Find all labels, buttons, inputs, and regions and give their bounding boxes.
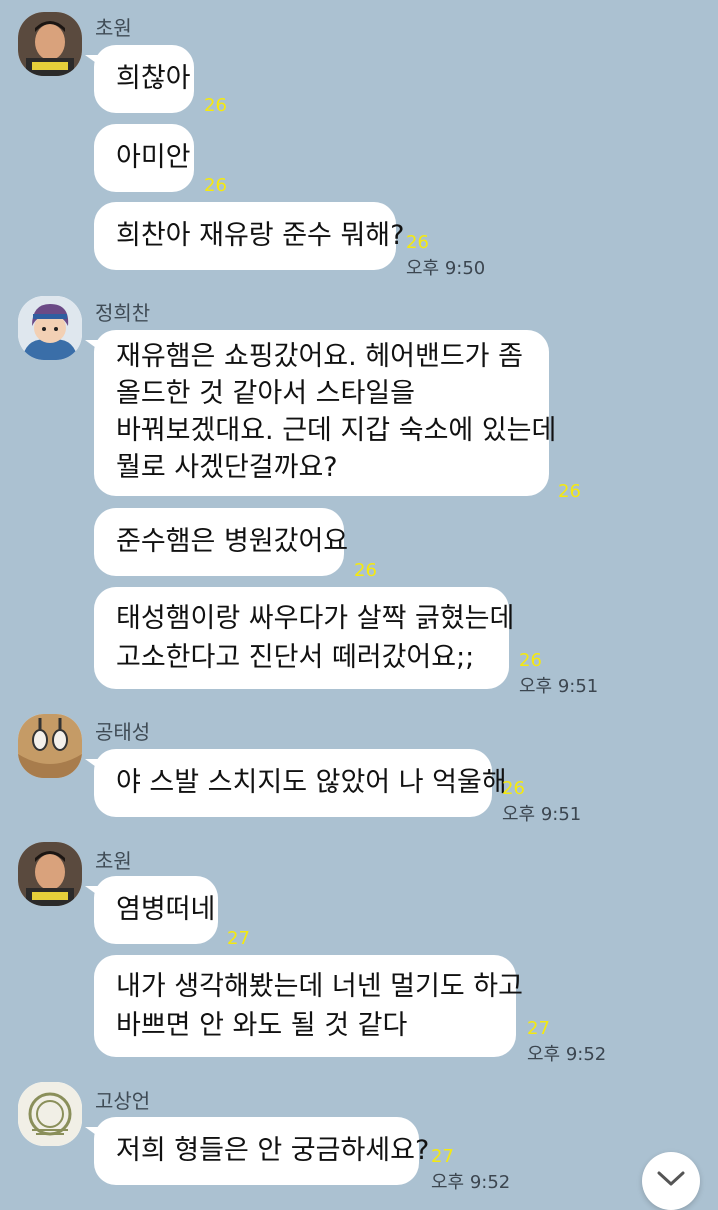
- message-bubble[interactable]: 희찬아 재유랑 준수 뭐해?: [94, 202, 405, 270]
- timestamp: 오후 9:52: [527, 1044, 607, 1065]
- message-bubble[interactable]: 아미안: [94, 124, 194, 192]
- message-text-line: 태성햄이랑 싸우다가 살짝 긁혔는데: [116, 603, 515, 634]
- timestamp: 오후 9:52: [431, 1172, 511, 1193]
- message-text-line: 뭘로 사겠단걸까요?: [116, 452, 338, 483]
- message-bubble[interactable]: 희찮아: [85, 45, 194, 113]
- message-text-line: 올드한 것 같아서 스타일을: [116, 378, 415, 409]
- message-bubble[interactable]: 저희 형들은 안 궁금하세요?: [85, 1117, 430, 1185]
- timestamp: 오후 9:50: [406, 258, 486, 279]
- sender-name: 초원: [95, 849, 132, 873]
- unread-count: 26: [354, 560, 377, 581]
- unread-count: 26: [204, 95, 227, 116]
- message-text-line: 고소한다고 진단서 떼러갔어요;;: [116, 642, 475, 673]
- heechan-avatar[interactable]: [18, 296, 82, 360]
- sender-name: 초원: [95, 16, 132, 40]
- sangeon-avatar[interactable]: [18, 1082, 82, 1146]
- message-bubble[interactable]: 태성햄이랑 싸우다가 살짝 긁혔는데 고소한다고 진단서 떼러갔어요;;: [94, 587, 515, 689]
- timestamp: 오후 9:51: [519, 676, 599, 697]
- message-bubble[interactable]: 내가 생각해봤는데 너넨 멀기도 하고 바쁘면 안 와도 될 것 같다: [94, 955, 523, 1057]
- unread-count: 26: [502, 778, 525, 799]
- message-text: 저희 형들은 안 궁금하세요?: [116, 1135, 430, 1166]
- message-bubble[interactable]: 재유햄은 쇼핑갔어요. 헤어밴드가 좀 올드한 것 같아서 스타일을 바꿔보겠대…: [85, 330, 557, 496]
- message-text-line: 재유햄은 쇼핑갔어요. 헤어밴드가 좀: [116, 341, 523, 372]
- message-text: 아미안: [116, 142, 191, 173]
- unread-count: 27: [431, 1146, 454, 1167]
- unread-count: 27: [227, 928, 250, 949]
- unread-count: 26: [519, 650, 542, 671]
- message-text-line: 내가 생각해봤는데 너넨 멀기도 하고: [116, 971, 523, 1002]
- message-bubble[interactable]: 준수햄은 병원갔어요: [94, 508, 349, 576]
- chowon-avatar[interactable]: [18, 12, 82, 76]
- message-text: 준수햄은 병원갔어요: [116, 526, 349, 557]
- message-text: 희찮아: [116, 63, 191, 94]
- message-text: 야 스발 스치지도 않았어 나 억울해: [116, 767, 507, 798]
- sender-name: 공태성: [95, 720, 151, 744]
- message-text-line: 바쁘면 안 와도 될 것 같다: [116, 1010, 408, 1041]
- chevron-down-icon: [657, 1171, 685, 1186]
- unread-count: 26: [204, 175, 227, 196]
- unread-count: 27: [527, 1018, 550, 1039]
- message-text: 희찬아 재유랑 준수 뭐해?: [116, 220, 405, 251]
- unread-count: 26: [406, 232, 429, 253]
- message-bubble[interactable]: 야 스발 스치지도 않았어 나 억울해: [85, 749, 507, 817]
- timestamp: 오후 9:51: [502, 804, 582, 825]
- taesung-avatar[interactable]: [18, 714, 82, 778]
- chowon-avatar[interactable]: [18, 842, 82, 906]
- message-bubble[interactable]: 염병떠네: [85, 876, 218, 944]
- sender-name: 고상언: [95, 1089, 151, 1113]
- scroll-down-button[interactable]: [642, 1152, 700, 1210]
- sender-name: 정희찬: [95, 301, 151, 325]
- unread-count: 26: [558, 481, 581, 502]
- message-text: 염병떠네: [116, 894, 216, 925]
- message-text-line: 바꿔보겠대요. 근데 지갑 숙소에 있는데: [116, 415, 557, 446]
